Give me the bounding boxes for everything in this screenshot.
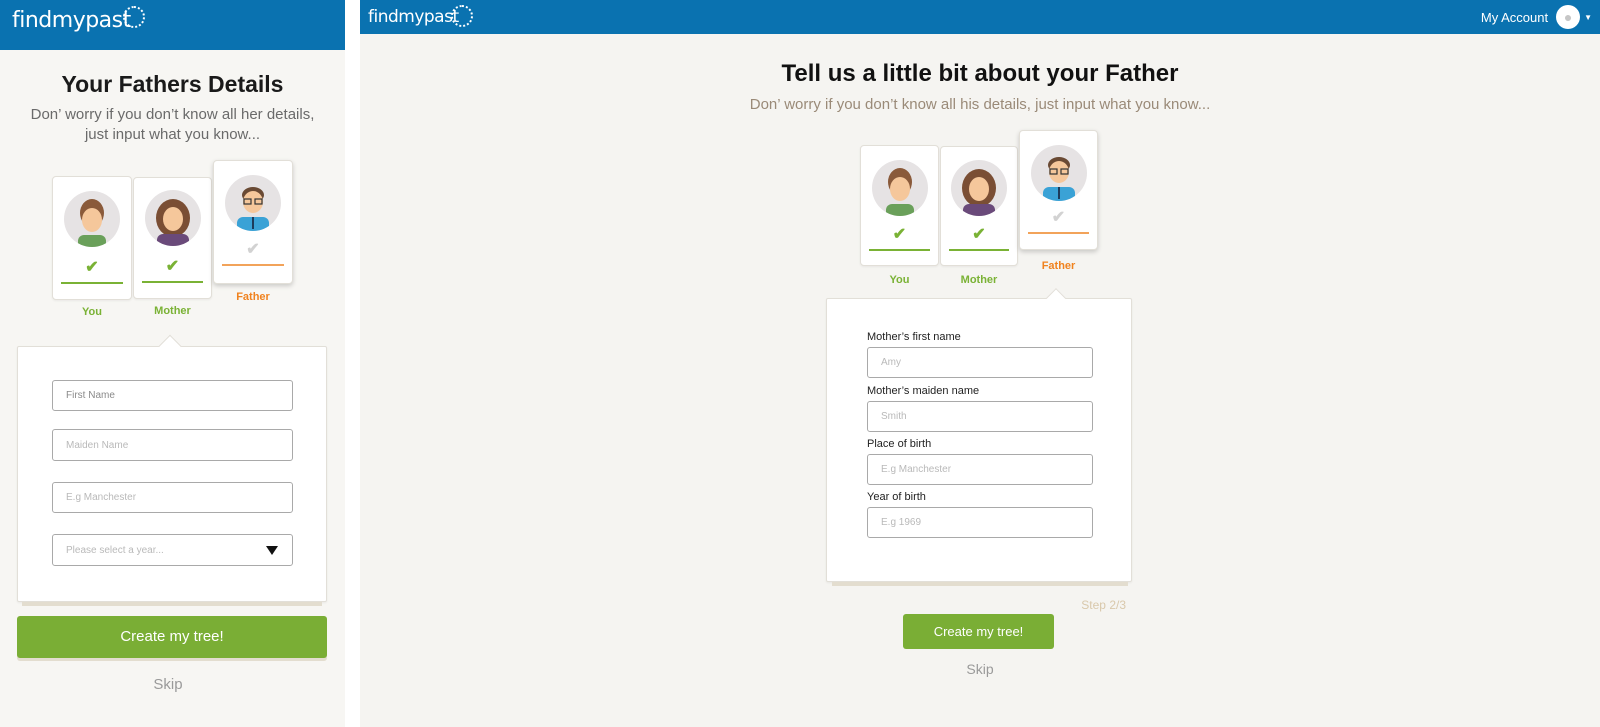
place-of-birth-input[interactable]: E.g Manchester	[52, 482, 293, 513]
findmypast-logo[interactable]: findmypast	[368, 5, 473, 27]
maiden-name-label: Mother’s maiden name	[867, 385, 980, 397]
step-label-you: You	[82, 306, 102, 318]
maiden-name-input[interactable]: Maiden Name	[52, 429, 293, 461]
mobile-header: findmypast	[0, 0, 345, 50]
mother-check-icon: ✔	[165, 258, 180, 275]
father-check-icon: ✔	[1051, 209, 1066, 226]
my-account-label: My Account	[1480, 9, 1549, 25]
year-of-birth-input[interactable]: E.g 1969	[867, 507, 1093, 538]
step-label-mother: Mother	[960, 274, 998, 286]
you-progress-line	[61, 282, 123, 284]
first-name-group: Mother’s first name Amy	[867, 331, 1093, 378]
father-check-icon: ✔	[246, 241, 260, 258]
step-card-you[interactable]: ✔	[860, 145, 939, 266]
year-select[interactable]: Please select a year...	[52, 534, 293, 566]
mother-avatar-icon	[951, 160, 1007, 216]
form-card-shadow	[832, 582, 1128, 586]
mother-check-icon: ✔	[972, 226, 986, 243]
create-tree-button[interactable]: Create my tree!	[903, 614, 1054, 649]
skip-link[interactable]: Skip	[17, 676, 319, 693]
first-name-input[interactable]: First Name	[52, 380, 293, 411]
step-card-mother[interactable]: ✔	[133, 177, 212, 299]
first-name-label: Mother’s first name	[867, 331, 961, 343]
step-label-father: Father	[1041, 260, 1076, 272]
mother-progress-line	[949, 249, 1009, 251]
page-subtitle: Don’ worry if you don’t know all her det…	[30, 106, 315, 143]
user-icon: ●	[1556, 5, 1581, 29]
step-label-you: You	[889, 274, 910, 286]
step-label-father: Father	[236, 291, 270, 303]
step-indicator: Step 2/3	[1081, 598, 1126, 612]
mother-progress-line	[142, 281, 203, 283]
place-of-birth-group: Place of birth E.g Manchester	[867, 438, 1093, 485]
father-avatar-icon	[225, 175, 281, 231]
you-check-icon: ✔	[892, 226, 907, 243]
my-account-menu[interactable]: My Account ● ▼	[1481, 5, 1592, 29]
findmypast-logo[interactable]: findmypast	[12, 6, 333, 33]
page-title: Your Fathers Details	[61, 71, 284, 97]
mother-avatar-icon	[144, 190, 201, 246]
step-label-mother: Mother	[154, 305, 191, 317]
you-progress-line	[869, 249, 930, 251]
you-check-icon: ✔	[85, 259, 99, 276]
maiden-name-group: Mother’s maiden name Smith	[867, 385, 1093, 432]
create-tree-button[interactable]: Create my tree!	[17, 616, 327, 658]
page-subtitle: Don’ worry if you don’t know all his det…	[749, 96, 1211, 113]
father-progress-line	[222, 264, 284, 266]
step-card-father[interactable]: ✔	[1019, 130, 1098, 250]
form-card-shadow	[22, 602, 322, 606]
you-avatar-icon	[871, 160, 928, 216]
mobile-view: findmypast Your Fathers Details Don’ wor…	[0, 0, 345, 727]
skip-link[interactable]: Skip	[930, 661, 1030, 677]
chevron-down-icon: ▼	[1584, 12, 1592, 22]
father-avatar-icon	[1030, 145, 1087, 201]
step-card-father[interactable]: ✔	[213, 160, 293, 284]
caret-down-icon	[266, 545, 278, 555]
first-name-input[interactable]: Amy	[867, 347, 1093, 378]
step-cards: ✔ ✔ ✔ You Mother Father	[860, 130, 1100, 295]
desktop-header: findmypast My Account ● ▼	[360, 0, 1600, 34]
mobile-form-card: First Name Maiden Name E.g Manchester Pl…	[17, 334, 327, 602]
place-of-birth-input[interactable]: E.g Manchester	[867, 454, 1093, 485]
desktop-form-card: Mother’s first name Amy Mother’s maiden …	[826, 288, 1132, 582]
place-of-birth-label: Place of birth	[867, 438, 932, 450]
maiden-name-input[interactable]: Smith	[867, 401, 1093, 432]
page-title: Tell us a little bit about your Father	[781, 60, 1179, 87]
year-of-birth-group: Year of birth E.g 1969	[867, 491, 1093, 538]
step-card-mother[interactable]: ✔	[940, 146, 1018, 266]
desktop-view: findmypast My Account ● ▼ Tell us a litt…	[360, 0, 1600, 727]
father-progress-line	[1028, 232, 1089, 234]
year-of-birth-label: Year of birth	[867, 491, 926, 503]
step-card-you[interactable]: ✔	[52, 176, 132, 300]
form-pointer	[158, 334, 182, 358]
you-avatar-icon	[64, 191, 120, 247]
step-cards: ✔ ✔ ✔ You Mother Father	[52, 160, 297, 330]
